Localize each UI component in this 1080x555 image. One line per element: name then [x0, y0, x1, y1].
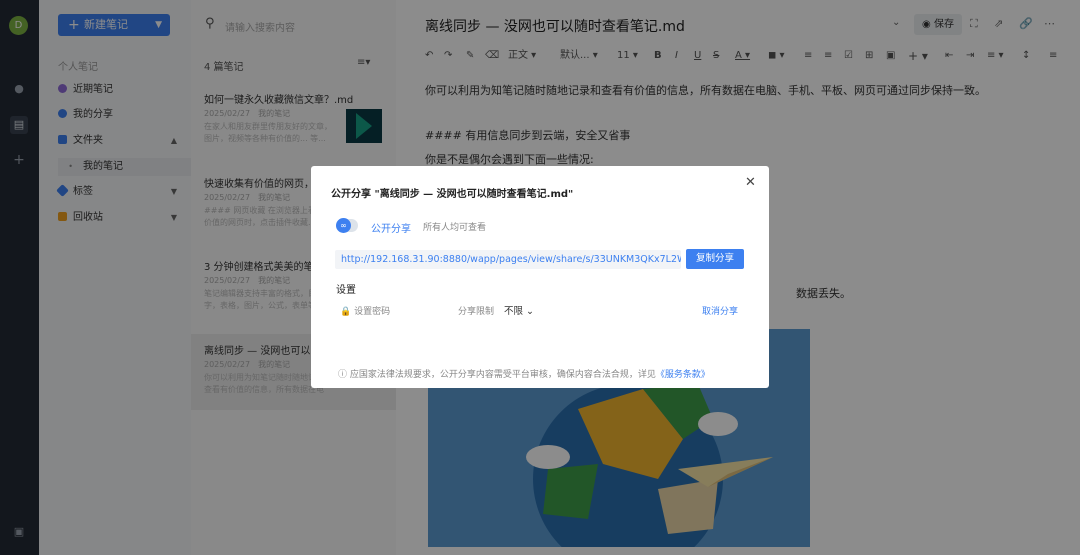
- set-password-option[interactable]: 🔒 设置密码: [340, 304, 390, 317]
- notice-text: 应国家法律法规要求，公开分享内容需受平台审核，确保内容合法合规，详见: [349, 370, 656, 380]
- app-window: D ● ▤ + ▣ + 新建笔记 ▼ 个人笔记 近期笔记 我的分享 文件夹 ▲ …: [0, 0, 1080, 555]
- copy-share-button[interactable]: 复制分享: [686, 249, 744, 269]
- cancel-share-link[interactable]: 取消分享: [702, 304, 738, 317]
- terms-link[interactable]: 《服务条款》: [656, 370, 710, 380]
- dialog-title: 公开分享 "离线同步 — 没网也可以随时查看笔记.md": [331, 189, 574, 200]
- share-url-field[interactable]: http://192.168.31.90:8880/wapp/pages/vie…: [335, 250, 681, 269]
- public-share-toggle[interactable]: ∞: [336, 218, 358, 233]
- chevron-down-icon: ⌄: [526, 306, 535, 317]
- share-limit-value: 不限: [504, 306, 524, 317]
- public-share-label: 公开分享: [371, 224, 411, 235]
- link-icon: ∞: [336, 218, 351, 233]
- close-icon[interactable]: ✕: [745, 175, 756, 190]
- share-limit-select[interactable]: 不限 ⌄: [504, 303, 534, 317]
- lock-icon: 🔒: [340, 307, 352, 317]
- set-password-label: 设置密码: [354, 307, 391, 317]
- legal-notice: ⓘ 应国家法律法规要求，公开分享内容需受平台审核，确保内容合法合规，详见《服务条…: [338, 367, 710, 380]
- share-dialog: 公开分享 "离线同步 — 没网也可以随时查看笔记.md" ✕ ∞ 公开分享 所有…: [311, 166, 769, 388]
- share-limit-label: 分享限制: [458, 307, 495, 317]
- public-share-desc: 所有人均可查看: [423, 223, 487, 233]
- info-icon: ⓘ: [338, 370, 348, 380]
- settings-heading: 设置: [336, 285, 356, 296]
